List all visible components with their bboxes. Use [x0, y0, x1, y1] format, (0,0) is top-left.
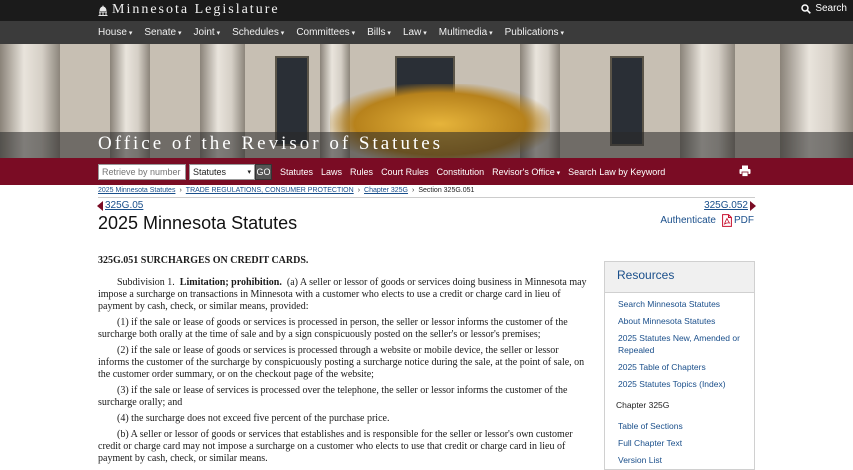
- capitol-dome-icon: [98, 4, 108, 16]
- divider: [98, 197, 755, 198]
- main-nav: House Senate Joint Schedules Committees …: [0, 21, 853, 44]
- nav-senate[interactable]: Senate: [144, 27, 181, 38]
- breadcrumb-trade-regulations[interactable]: TRADE REGULATIONS, CONSUMER PROTECTION: [186, 187, 354, 194]
- resource-topics-index[interactable]: 2025 Statutes Topics (Index): [618, 378, 746, 390]
- chapter-heading: Chapter 325G: [616, 400, 670, 410]
- document-actions: Authenticate PDF: [660, 214, 754, 227]
- chevron-down-icon: ▾: [247, 168, 251, 176]
- nav-bills[interactable]: Bills: [367, 27, 391, 38]
- resources-heading: Resources: [605, 262, 754, 293]
- resources-panel: Resources Search Minnesota Statutes Abou…: [604, 261, 755, 470]
- resource-new-amended-repealed[interactable]: 2025 Statutes New, Amended or Repealed: [618, 332, 746, 356]
- revisor-toolbar: Statutes ▾ GO Statutes Laws Rules Court …: [0, 158, 853, 185]
- site-logo[interactable]: Minnesota Legislature: [98, 2, 280, 18]
- resource-search-statutes[interactable]: Search Minnesota Statutes: [618, 298, 746, 310]
- link-statutes[interactable]: Statutes: [280, 167, 313, 177]
- prev-section-link[interactable]: 325G.05: [97, 200, 143, 211]
- nav-schedules[interactable]: Schedules: [232, 27, 284, 38]
- nav-multimedia[interactable]: Multimedia: [439, 27, 493, 38]
- nav-committees[interactable]: Committees: [296, 27, 355, 38]
- chapter-table-of-sections[interactable]: Table of Sections: [618, 420, 746, 432]
- pdf-link[interactable]: PDF: [722, 214, 754, 227]
- link-revisors-office[interactable]: Revisor's Office: [492, 167, 560, 177]
- clause-4: (4) the surcharge does not exceed five p…: [117, 413, 390, 424]
- pdf-label: PDF: [734, 215, 754, 226]
- logo-text: Minnesota Legislature: [112, 2, 280, 17]
- subdivision-title: Limitation; prohibition.: [179, 277, 282, 288]
- breadcrumb-statutes[interactable]: 2025 Minnesota Statutes: [98, 187, 175, 194]
- type-select-value: Statutes: [193, 166, 227, 177]
- prev-section-label: 325G.05: [105, 200, 144, 211]
- resource-table-of-chapters[interactable]: 2025 Table of Chapters: [618, 361, 746, 373]
- subdivision-number: Subdivision 1.: [117, 277, 175, 288]
- arrow-right-icon: [750, 200, 756, 211]
- authenticate-link[interactable]: Authenticate: [660, 215, 716, 226]
- nav-law[interactable]: Law: [403, 27, 427, 38]
- nav-joint[interactable]: Joint: [194, 27, 221, 38]
- top-bar: Minnesota Legislature Search: [0, 0, 853, 21]
- office-title: Office of the Revisor of Statutes: [98, 133, 444, 154]
- breadcrumb-separator-icon: ›: [412, 187, 415, 194]
- link-court-rules[interactable]: Court Rules: [381, 167, 429, 177]
- nav-publications[interactable]: Publications: [505, 27, 564, 38]
- paragraph-b: (b) A seller or lessor of goods or servi…: [98, 429, 573, 464]
- link-constitution[interactable]: Constitution: [437, 167, 485, 177]
- breadcrumb-separator-icon: ›: [357, 187, 361, 194]
- section-heading: 325G.051 SURCHARGES ON CREDIT CARDS.: [98, 255, 309, 266]
- subdivision-1: Subdivision 1. Limitation; prohibition. …: [98, 277, 587, 313]
- resource-about-statutes[interactable]: About Minnesota Statutes: [618, 315, 746, 327]
- go-button[interactable]: GO: [255, 163, 272, 180]
- link-rules[interactable]: Rules: [350, 167, 373, 177]
- nav-house[interactable]: House: [98, 27, 132, 38]
- chapter-full-text[interactable]: Full Chapter Text: [618, 437, 746, 449]
- next-section-label: 325G.052: [704, 200, 748, 211]
- clause-1: (1) if the sale or lease of goods or ser…: [98, 317, 568, 340]
- hero-banner: Office of the Revisor of Statutes: [0, 44, 853, 158]
- chapter-version-list[interactable]: Version List: [618, 454, 746, 466]
- top-search-button[interactable]: Search: [801, 3, 847, 14]
- pdf-file-icon: [722, 214, 732, 227]
- next-section-link[interactable]: 325G.052: [704, 200, 756, 211]
- link-laws[interactable]: Laws: [321, 167, 342, 177]
- type-select[interactable]: Statutes ▾: [189, 163, 255, 180]
- breadcrumb: 2025 Minnesota Statutes › TRADE REGULATI…: [98, 187, 474, 194]
- clause-3: (3) if the sale or lease of services is …: [98, 385, 568, 408]
- search-icon: [801, 3, 812, 14]
- clause-2: (2) if the sale or lease of goods or ser…: [98, 345, 585, 380]
- link-search-law[interactable]: Search Law by Keyword: [568, 167, 665, 177]
- breadcrumb-current: Section 325G.051: [418, 187, 475, 194]
- print-icon[interactable]: [739, 165, 751, 177]
- retrieve-input[interactable]: [98, 163, 186, 180]
- search-label: Search: [815, 3, 847, 14]
- breadcrumb-chapter[interactable]: Chapter 325G: [364, 187, 408, 194]
- arrow-left-icon: [97, 200, 103, 211]
- breadcrumb-separator-icon: ›: [179, 187, 182, 194]
- statute-text: 325G.051 SURCHARGES ON CREDIT CARDS. Sub…: [98, 255, 587, 469]
- page-title: 2025 Minnesota Statutes: [98, 213, 298, 233]
